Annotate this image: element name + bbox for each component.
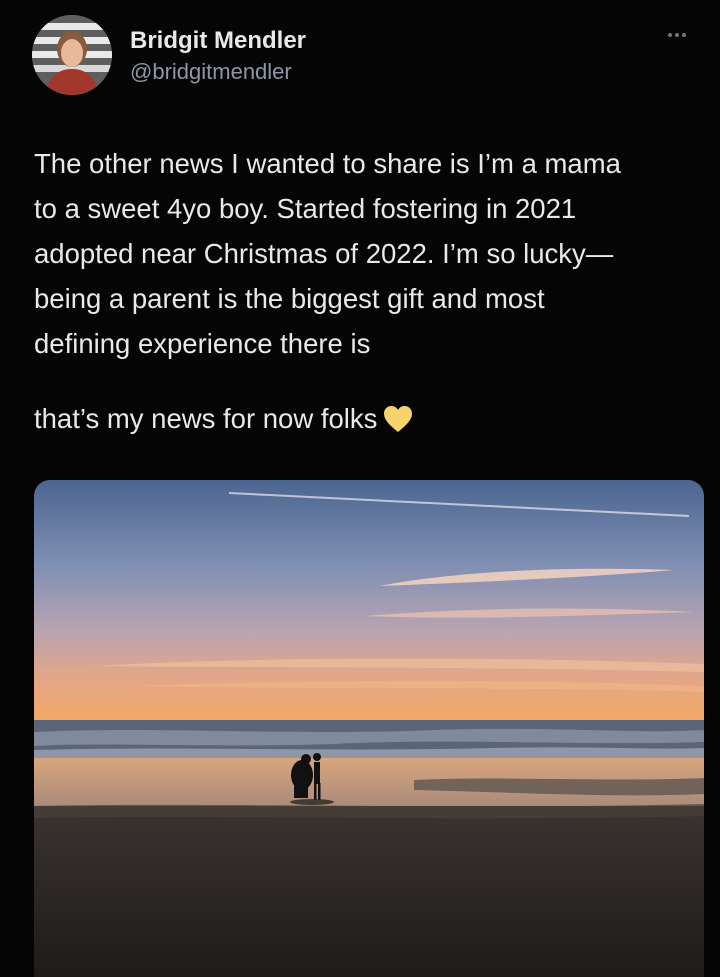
tweet-text: The other news I wanted to share is I’m …: [34, 141, 714, 366]
tweet-closing-line: that’s my news for now folks: [34, 396, 413, 446]
tweet-text-line: to a sweet 4yo boy. Started fostering in…: [34, 193, 577, 224]
author-handle[interactable]: @bridgitmendler: [130, 59, 292, 85]
tweet-photo[interactable]: [34, 480, 704, 977]
author-name[interactable]: Bridgit Mendler: [130, 27, 306, 55]
tweet-text-line: being a parent is the biggest gift and m…: [34, 283, 545, 314]
tweet-card: Bridgit Mendler @bridgitmendler The othe…: [0, 0, 720, 977]
tweet-text-line: defining experience there is: [34, 328, 371, 359]
more-horizontal-icon: [668, 33, 672, 37]
tweet-text-line: The other news I wanted to share is I’m …: [34, 148, 621, 179]
more-dot: [675, 33, 679, 37]
more-options-button[interactable]: [668, 24, 698, 44]
beach-sunset-photo-icon: [34, 480, 704, 977]
more-dot: [682, 33, 686, 37]
avatar-photo-icon: [32, 15, 112, 95]
yellow-heart-icon: [383, 401, 413, 446]
tweet-text-line: adopted near Christmas of 2022. I’m so l…: [34, 238, 614, 269]
tweet-closing-text: that’s my news for now folks: [34, 403, 378, 434]
avatar[interactable]: [32, 15, 112, 95]
